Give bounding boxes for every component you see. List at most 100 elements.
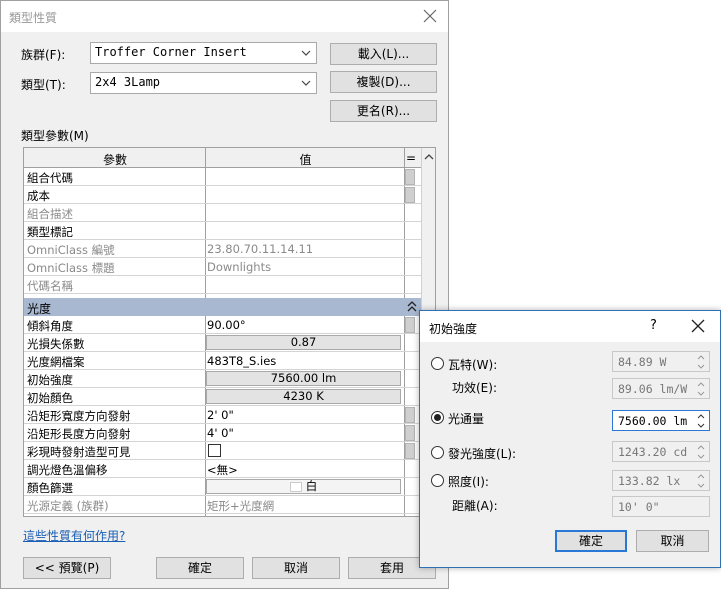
spin-up-icon[interactable] [694,472,708,481]
family-select-value: Troffer Corner Insert [95,45,247,59]
table-row[interactable]: 光損失係數 0.87 [24,334,422,352]
param-name: 光源定義 (族群) [27,499,109,513]
param-name: 組合代碼 [27,171,73,185]
table-row[interactable]: 組合描述 [24,204,422,222]
popup-ok-button[interactable]: 確定 [555,530,627,552]
param-value: 483T8_S.ies [207,354,277,368]
param-value: 矩形+光度網 [207,499,275,513]
table-row[interactable]: 初始強度 7560.00 lm [24,370,422,388]
param-name: 彩現時發射造型可見 [27,445,131,459]
table-row[interactable]: OmniClass 標題 Downlights [24,258,422,276]
scroll-up-icon[interactable] [423,152,435,162]
initial-intensity-value-button[interactable]: 7560.00 lm [206,371,401,386]
param-value: Downlights [207,260,272,274]
rename-button[interactable]: 更名(R)... [330,100,437,122]
family-select[interactable]: Troffer Corner Insert [90,42,317,64]
table-row[interactable]: 顏色篩選 白 [24,478,422,496]
col-param-header: 參數 [102,153,127,167]
table-row[interactable]: 彩現時發射造型可見 [24,442,422,460]
table-row[interactable]: 代碼名稱 [24,276,422,294]
initial-color-value-button[interactable]: 4230 K [206,389,401,404]
param-name: 類型標記 [27,225,73,239]
efficacy-input[interactable]: 89.06 lm/W [612,378,710,399]
spin-up-icon[interactable] [694,380,708,389]
table-row[interactable]: 組合代碼 [24,168,422,186]
table-row[interactable]: 成本 [24,186,422,204]
spin-down-icon[interactable] [694,389,708,398]
intensity-value: 1243.20 cd [618,445,688,459]
collapse-icon[interactable] [407,301,417,313]
param-name: 初始強度 [27,373,73,387]
color-filter-button[interactable]: 白 [206,479,401,494]
color-filter-value: 白 [305,479,318,493]
param-name: 沿矩形寬度方向發射 [27,409,131,423]
chevron-down-icon [301,50,311,56]
illuminance-input[interactable]: 133.82 lx [612,470,710,491]
spin-down-icon[interactable] [694,481,708,490]
table-row[interactable]: 光源定義 (族群) 矩形+光度網 [24,496,422,514]
intensity-radio[interactable] [431,446,444,459]
efficacy-value: 89.06 lm/W [618,382,688,396]
efficacy-label: 功效(E): [452,381,497,395]
scroll-thumb[interactable] [405,425,415,441]
table-row[interactable]: 初始顏色 4230 K [24,388,422,406]
wattage-value: 84.89 W [618,355,667,369]
table-row[interactable]: 沿矩形寬度方向發射 2' 0" [24,406,422,424]
flux-label: 光通量 [448,412,485,426]
chevron-down-icon [301,80,311,86]
scroll-thumb[interactable] [405,187,415,203]
wattage-radio[interactable] [431,357,444,370]
param-name: 代碼名稱 [27,279,73,293]
param-name: 初始顏色 [27,391,73,405]
help-icon[interactable]: ? [650,318,657,333]
parameters-table: 參數 值 = 組合代碼 成本 組合描述 類型標記 OmniClass 編號 23… [23,147,436,517]
scroll-thumb[interactable] [405,443,415,459]
ok-button[interactable]: 確定 [156,557,244,579]
table-row[interactable]: 傾斜角度 90.00° [24,316,422,334]
spin-down-icon[interactable] [694,421,708,430]
load-button[interactable]: 載入(L)... [330,43,437,65]
table-row[interactable]: 類型標記 [24,222,422,240]
illuminance-radio[interactable] [431,474,444,487]
main-dialog-title: 類型性質 [9,11,58,25]
spin-up-icon[interactable] [694,443,708,452]
table-row[interactable]: 調光燈色溫偏移 <無> [24,460,422,478]
wattage-input[interactable]: 84.89 W [612,351,710,372]
light-loss-value-button[interactable]: 0.87 [206,335,401,350]
close-icon[interactable] [690,318,706,334]
spin-up-icon[interactable] [694,353,708,362]
col-value-header: 值 [299,153,312,167]
cancel-button[interactable]: 取消 [252,557,340,579]
scroll-thumb[interactable] [405,169,415,185]
table-header: 參數 值 = [24,148,422,168]
close-icon[interactable] [420,6,440,26]
group-photometrics[interactable]: 光度 [24,298,422,316]
initial-intensity-dialog: 初始強度 ? 瓦特(W): 84.89 W 功效(E): 89.06 lm/W … [419,310,721,568]
duplicate-button[interactable]: 複製(D)... [330,71,437,93]
intensity-input[interactable]: 1243.20 cd [612,441,710,462]
flux-input[interactable]: 7560.00 lm [612,410,710,431]
flux-radio[interactable] [431,411,444,424]
param-name: 成本 [27,189,50,203]
table-row[interactable]: 沿矩形長度方向發射 4' 0" [24,424,422,442]
preview-button[interactable]: << 預覽(P) [23,557,111,579]
popup-cancel-button[interactable]: 取消 [636,530,709,552]
type-select-value: 2x4 3Lamp [95,75,161,89]
spin-down-icon[interactable] [694,452,708,461]
distance-input[interactable]: 10' 0" [612,496,710,517]
illuminance-value: 133.82 lx [618,474,681,488]
rendering-visible-checkbox[interactable] [208,444,221,457]
spin-down-icon[interactable] [694,362,708,371]
param-value: 23.80.70.11.14.11 [207,242,314,256]
type-select[interactable]: 2x4 3Lamp [90,72,317,94]
distance-label: 距離(A): [452,499,498,513]
help-link[interactable]: 這些性質有何作用? [23,527,125,544]
param-name: 光度網檔案 [27,355,85,369]
table-row[interactable]: 光度網檔案 483T8_S.ies [24,352,422,370]
scroll-thumb[interactable] [405,407,415,423]
spin-up-icon[interactable] [694,412,708,421]
table-row[interactable]: OmniClass 編號 23.80.70.11.14.11 [24,240,422,258]
param-name: OmniClass 編號 [27,243,115,257]
scroll-thumb[interactable] [405,317,415,333]
family-label: 族群(F): [21,48,66,62]
